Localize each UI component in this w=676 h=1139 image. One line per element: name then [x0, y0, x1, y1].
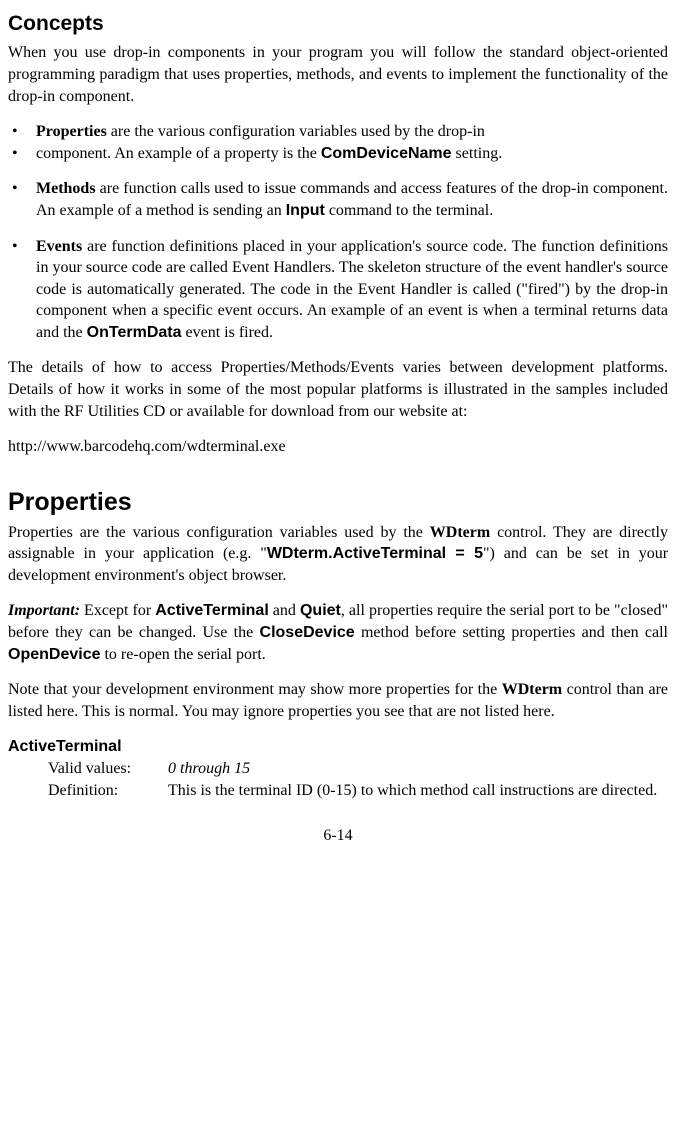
text: and: [269, 602, 300, 619]
list-item: Events are function definitions placed i…: [8, 236, 668, 344]
text: Note that your development environment m…: [8, 681, 502, 698]
text: to re-open the serial port.: [100, 646, 265, 663]
valid-values-label: Valid values:: [48, 758, 168, 780]
properties-term: Properties: [36, 123, 107, 140]
wdterm-term: WDterm: [502, 681, 562, 698]
ontermdata-term: OnTermData: [87, 324, 182, 341]
valid-values-row: Valid values: 0 through 15: [8, 758, 668, 780]
quiet-term: Quiet: [300, 602, 341, 619]
list-item: component. An example of a property is t…: [8, 143, 668, 165]
definition-value: This is the terminal ID (0-15) to which …: [168, 780, 668, 802]
valid-values-value: 0 through 15: [168, 758, 668, 780]
definition-row: Definition: This is the terminal ID (0-1…: [8, 780, 668, 802]
important-note: Important: Except for ActiveTerminal and…: [8, 600, 668, 665]
property-name-activeterminal: ActiveTerminal: [8, 736, 668, 758]
list-item: Properties are the various configuration…: [8, 121, 668, 143]
comdevicename-term: ComDeviceName: [321, 145, 452, 162]
methods-term: Methods: [36, 180, 96, 197]
text: setting.: [452, 145, 503, 162]
wdterm-term: WDterm: [430, 524, 490, 541]
text: Properties are the various configuration…: [8, 524, 430, 541]
concepts-details: The details of how to access Properties/…: [8, 357, 668, 422]
text: event is fired.: [182, 324, 274, 341]
list-item: Methods are function calls used to issue…: [8, 178, 668, 221]
download-url: http://www.barcodehq.com/wdterminal.exe: [8, 436, 668, 458]
properties-heading: Properties: [8, 486, 668, 520]
page-number: 6-14: [8, 825, 668, 847]
text: command to the terminal.: [325, 202, 493, 219]
text: are the various configuration variables …: [107, 123, 485, 140]
opendevice-term: OpenDevice: [8, 646, 100, 663]
url-link[interactable]: http://www.barcodehq.com/wdterminal.exe: [8, 438, 286, 455]
important-label: Important:: [8, 602, 80, 619]
activeterminal-term: ActiveTerminal: [155, 602, 269, 619]
wdterm-activeterminal-term: WDterm.ActiveTerminal = 5: [267, 545, 483, 562]
definition-label: Definition:: [48, 780, 168, 802]
concepts-list: Properties are the various configuration…: [8, 121, 668, 343]
concepts-intro: When you use drop-in components in your …: [8, 42, 668, 107]
closedevice-term: CloseDevice: [260, 624, 355, 641]
environment-note: Note that your development environment m…: [8, 679, 668, 722]
events-term: Events: [36, 238, 82, 255]
text: component. An example of a property is t…: [36, 145, 321, 162]
text: method before setting properties and the…: [355, 624, 668, 641]
text: Except for: [80, 602, 155, 619]
properties-intro: Properties are the various configuration…: [8, 522, 668, 587]
concepts-heading: Concepts: [8, 10, 668, 38]
input-term: Input: [286, 202, 325, 219]
